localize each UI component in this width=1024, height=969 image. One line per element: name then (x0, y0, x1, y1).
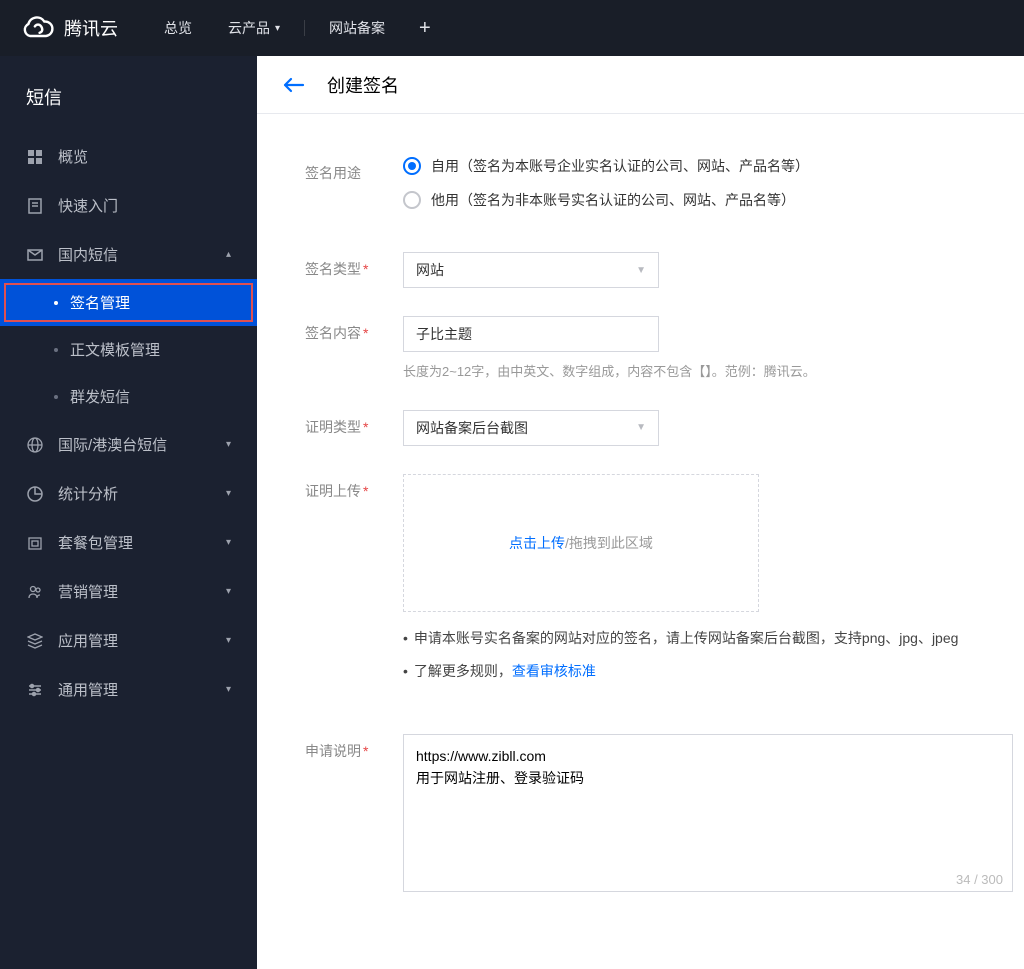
textarea-desc[interactable] (403, 734, 1013, 892)
chevron-down-icon: ▾ (226, 586, 231, 597)
sidebar-item-label: 概览 (58, 146, 88, 167)
sidebar-item-label: 国内短信 (58, 244, 118, 265)
radio-icon (403, 191, 421, 209)
sidebar-item-stats[interactable]: 统计分析 ▾ (0, 469, 257, 518)
topnav-overview[interactable]: 总览 (146, 18, 210, 38)
input-sig-content[interactable] (403, 316, 659, 352)
sidebar-item-label: 正文模板管理 (70, 339, 160, 360)
back-button[interactable] (281, 75, 305, 95)
sidebar-item-label: 套餐包管理 (58, 532, 133, 553)
chevron-down-icon: ▾ (226, 684, 231, 695)
plus-button[interactable]: + (403, 17, 447, 40)
chevron-down-icon: ▾ (226, 439, 231, 450)
sidebar-item-domestic-sms[interactable]: 国内短信 ▴ (0, 230, 257, 279)
sidebar-sub-signature[interactable]: 签名管理 (0, 279, 257, 326)
page-header: 创建签名 (257, 56, 1024, 114)
label-desc: 申请说明 (305, 734, 403, 761)
chevron-down-icon: ▼ (636, 265, 646, 276)
label-sig-content: 签名内容 (305, 316, 403, 343)
chart-icon (26, 485, 44, 503)
page-title: 创建签名 (327, 72, 399, 98)
chevron-down-icon: ▾ (226, 635, 231, 646)
select-proof-type[interactable]: 网站备案后台截图 ▼ (403, 410, 659, 446)
radio-icon (403, 157, 421, 175)
people-icon (26, 583, 44, 601)
radio-other-use[interactable]: 他用（签名为非本账号实名认证的公司、网站、产品名等） (403, 190, 976, 210)
upload-dropzone[interactable]: 点击上传/拖拽到此区域 (403, 474, 759, 612)
main-content: 创建签名 签名用途 自用（签名为本账号企业实名认证的公司、网站、产品名等） 他用… (257, 56, 1024, 969)
chevron-down-icon: ▾ (226, 537, 231, 548)
divider (304, 20, 305, 36)
label-purpose: 签名用途 (305, 156, 403, 183)
label-proof-upload: 证明上传 (305, 474, 403, 501)
radio-label: 他用（签名为非本账号实名认证的公司、网站、产品名等） (431, 190, 795, 210)
radio-self-use[interactable]: 自用（签名为本账号企业实名认证的公司、网站、产品名等） (403, 156, 976, 176)
char-counter: 34 / 300 (956, 872, 1003, 887)
chevron-up-icon: ▴ (226, 249, 231, 260)
layers-icon (26, 632, 44, 650)
sidebar-item-label: 快速入门 (58, 195, 118, 216)
doc-icon (26, 197, 44, 215)
sidebar-item-label: 营销管理 (58, 581, 118, 602)
bullet-icon (54, 301, 58, 305)
sidebar-item-general[interactable]: 通用管理 ▾ (0, 665, 257, 714)
sidebar: 短信 概览 快速入门 国内短信 ▴ 签名管理 正文模板管理 群发短信 (0, 56, 257, 969)
select-sig-type[interactable]: 网站 ▼ (403, 252, 659, 288)
sidebar-title: 短信 (0, 56, 257, 132)
sidebar-item-app[interactable]: 应用管理 ▾ (0, 616, 257, 665)
sidebar-item-marketing[interactable]: 营销管理 ▾ (0, 567, 257, 616)
upload-drag-text: /拖拽到此区域 (565, 535, 653, 551)
sidebar-item-label: 签名管理 (70, 292, 130, 313)
upload-hint-2: 了解更多规则，查看审核标准 (403, 661, 976, 682)
mail-icon (26, 246, 44, 264)
link-audit-standard[interactable]: 查看审核标准 (512, 663, 596, 679)
brand-text: 腾讯云 (64, 15, 118, 41)
sidebar-item-label: 国际/港澳台短信 (58, 434, 167, 455)
topnav-beian[interactable]: 网站备案 (311, 18, 403, 38)
bullet-icon (54, 348, 58, 352)
sidebar-item-overview[interactable]: 概览 (0, 132, 257, 181)
label-proof-type: 证明类型 (305, 410, 403, 437)
sidebar-item-label: 统计分析 (58, 483, 118, 504)
select-value: 网站备案后台截图 (416, 418, 528, 438)
label-sig-type: 签名类型 (305, 252, 403, 279)
select-value: 网站 (416, 260, 444, 280)
globe-icon (26, 436, 44, 454)
grid-icon (26, 148, 44, 166)
hint-sig-content: 长度为2~12字，由中英文、数字组成，内容不包含【】。范例：腾讯云。 (403, 362, 976, 382)
box-icon (26, 534, 44, 552)
radio-label: 自用（签名为本账号企业实名认证的公司、网站、产品名等） (431, 156, 809, 176)
sidebar-item-quickstart[interactable]: 快速入门 (0, 181, 257, 230)
logo[interactable]: 腾讯云 (22, 15, 118, 41)
bullet-icon (54, 395, 58, 399)
sidebar-item-intl-sms[interactable]: 国际/港澳台短信 ▾ (0, 420, 257, 469)
chevron-down-icon: ▾ (275, 23, 280, 34)
topbar: 腾讯云 总览 云产品 ▾ 网站备案 + (0, 0, 1024, 56)
chevron-down-icon: ▾ (226, 488, 231, 499)
sidebar-sub-broadcast[interactable]: 群发短信 (0, 373, 257, 420)
arrow-left-icon (281, 75, 305, 95)
topnav-products[interactable]: 云产品 ▾ (210, 18, 298, 38)
cloud-icon (22, 15, 54, 41)
upload-click-text: 点击上传 (509, 535, 565, 551)
sidebar-item-label: 应用管理 (58, 630, 118, 651)
sliders-icon (26, 681, 44, 699)
chevron-down-icon: ▼ (636, 422, 646, 433)
sidebar-item-label: 群发短信 (70, 386, 130, 407)
sidebar-item-label: 通用管理 (58, 679, 118, 700)
sidebar-item-package[interactable]: 套餐包管理 ▾ (0, 518, 257, 567)
sidebar-sub-template[interactable]: 正文模板管理 (0, 326, 257, 373)
upload-hint-1: 申请本账号实名备案的网站对应的签名，请上传网站备案后台截图，支持png、jpg、… (403, 628, 976, 649)
